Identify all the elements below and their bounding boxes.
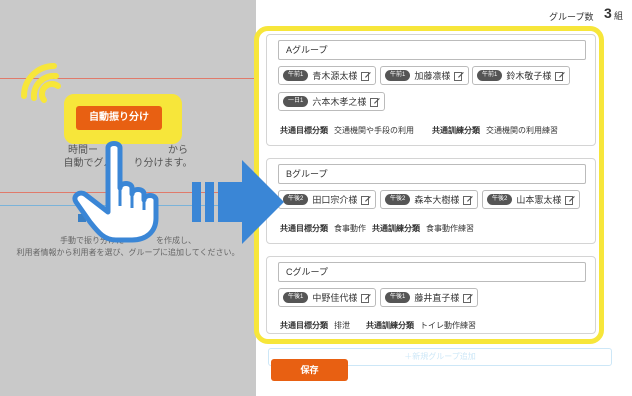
right-arrow-icon: [192, 160, 284, 244]
pointing-hand-icon: [72, 141, 159, 243]
groups-highlight-frame: [254, 26, 604, 344]
group-count-value: 3: [604, 5, 612, 21]
auto-assign-button[interactable]: 自動振り分け: [76, 106, 162, 130]
group-count-label: グループ数: [549, 12, 594, 22]
group-count-unit: 組: [614, 11, 624, 21]
save-button[interactable]: 保存: [271, 359, 348, 381]
tap-signal-icon: [21, 63, 61, 103]
